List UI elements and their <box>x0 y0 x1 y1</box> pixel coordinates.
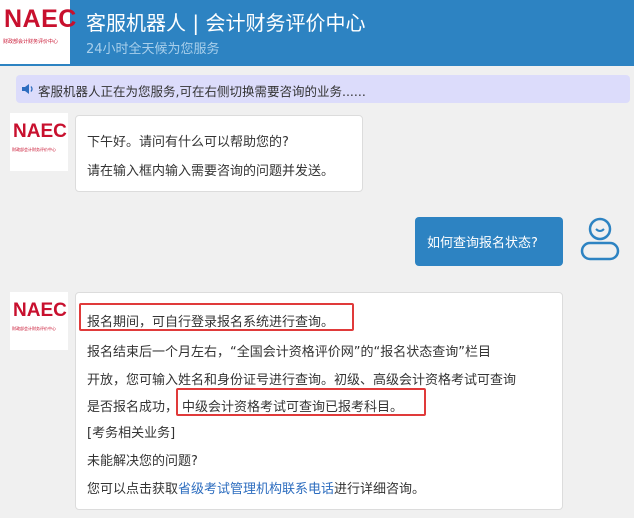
highlight-box <box>79 303 354 331</box>
answer-line-part: 是否报名成功， <box>87 400 179 415</box>
speaker-icon <box>22 84 33 94</box>
logo-subtext: 财政部会计财务评价中心 <box>3 39 59 45</box>
related-business-link[interactable]: [考务相关业务] <box>87 422 175 441</box>
answer-line: 报名结束后一个月左右，“全国会计资格评价网”的“报名状态查询”栏目 <box>87 345 491 360</box>
naec-logo: NAEC 财政部会计财务评价中心 <box>0 0 76 64</box>
bot-avatar-logo-subtext: 财政部会计财务评价中心 <box>12 147 56 152</box>
user-icon <box>580 217 620 261</box>
bot-avatar-logo-subtext: 财政部会计财务评价中心 <box>12 326 56 331</box>
contact-line: 您可以点击获取省级考试管理机构联系电话进行详细咨询。 <box>87 478 425 497</box>
user-message-bubble: 如何查询报名状态? <box>415 217 563 266</box>
unresolved-text: 未能解决您的问题? <box>87 454 198 469</box>
bot-greeting-bubble: 下午好。请问有什么可以帮助您的? 请在输入框内输入需要咨询的问题并发送。 <box>75 115 363 192</box>
page-subtitle: 24小时全天候为您服务 <box>86 42 220 57</box>
answer-line: 开放，您可输入姓名和身份证号进行查询。初级、高级会计资格考试可查询 <box>87 373 517 388</box>
greeting-line: 请在输入框内输入需要咨询的问题并发送。 <box>87 164 335 179</box>
logo-text: NAEC <box>4 5 77 33</box>
greeting-line: 下午好。请问有什么可以帮助您的? <box>87 135 289 150</box>
page-title: 客服机器人 | 会计财务评价中心 <box>86 11 366 35</box>
user-message-text: 如何查询报名状态? <box>427 236 538 251</box>
header-bar: NAEC 财政部会计财务评价中心 客服机器人 | 会计财务评价中心 24小时全天… <box>0 0 634 66</box>
contact-prefix: 您可以点击获取 <box>87 482 179 497</box>
bot-avatar: NAEC 财政部会计财务评价中心 <box>10 292 68 350</box>
contact-phone-link[interactable]: 省级考试管理机构联系电话 <box>178 482 334 497</box>
notice-text: 客服机器人正在为您服务,可在右侧切换需要咨询的业务...... <box>38 84 366 99</box>
bot-avatar-logo-text: NAEC <box>13 121 67 142</box>
bot-avatar-logo-text: NAEC <box>13 300 67 321</box>
notice-bar: 客服机器人正在为您服务,可在右侧切换需要咨询的业务...... <box>16 75 630 103</box>
bot-avatar: NAEC 财政部会计财务评价中心 <box>10 113 68 171</box>
highlight-box <box>176 388 426 416</box>
contact-suffix: 进行详细咨询。 <box>334 482 426 497</box>
